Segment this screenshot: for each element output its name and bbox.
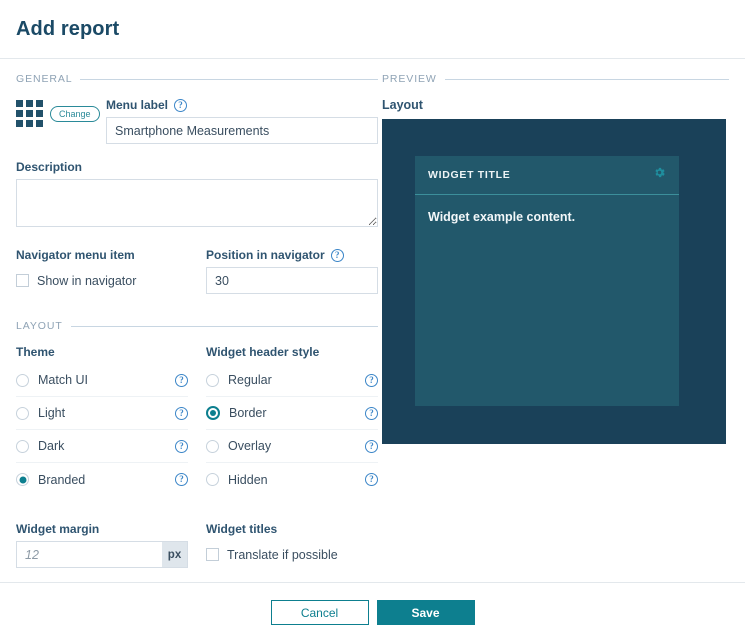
radio-option-regular[interactable]: Regular ? (206, 364, 378, 397)
preview-widget-content: Widget example content. (428, 210, 576, 224)
radio-option-match-ui[interactable]: Match UI ? (16, 364, 188, 397)
help-icon[interactable]: ? (175, 473, 188, 486)
form-column: GENERAL Change Menu label ? Description (0, 59, 378, 568)
help-icon[interactable]: ? (175, 373, 188, 387)
radio-indicator[interactable] (206, 373, 219, 387)
section-label-general: GENERAL (16, 73, 73, 85)
radio-label: Match UI (38, 373, 89, 387)
change-icon-button[interactable]: Change (50, 105, 100, 122)
help-icon[interactable]: ? (365, 473, 378, 486)
translate-if-possible-checkbox[interactable] (206, 548, 219, 561)
radio-label: Border (229, 406, 267, 420)
widget-header-style-radio-list: Regular ? Border ? Overlay ? Hidden ? (206, 364, 378, 496)
radio-indicator-selected[interactable] (16, 473, 29, 486)
position-in-navigator-label: Position in navigator ? (206, 248, 378, 262)
radio-indicator[interactable] (16, 439, 29, 453)
radio-label: Hidden (228, 472, 268, 487)
help-icon[interactable]: ? (175, 406, 188, 420)
section-label-layout: LAYOUT (16, 320, 63, 332)
section-header-layout: LAYOUT (16, 320, 378, 332)
section-rule (70, 325, 378, 327)
radio-label: Light (38, 406, 66, 420)
help-icon[interactable]: ? (175, 439, 188, 453)
help-icon[interactable]: ? (365, 439, 378, 453)
radio-option-hidden[interactable]: Hidden ? (206, 463, 378, 496)
radio-option-branded[interactable]: Branded ? (16, 463, 188, 496)
menu-label-field-group: Menu label ? (106, 98, 378, 144)
show-in-navigator-checkbox[interactable] (16, 274, 29, 287)
position-in-navigator-input[interactable] (206, 267, 378, 294)
position-in-navigator-text: Position in navigator (206, 248, 325, 262)
description-field-group: Description (16, 160, 378, 232)
menu-label-label: Menu label ? (106, 98, 378, 112)
widget-header-style-group: Widget header style Regular ? Border ? O… (206, 345, 378, 496)
preview-column: PREVIEW Layout WIDGET TITLE Widget examp… (378, 59, 745, 568)
preview-widget-card: WIDGET TITLE Widget example content. (415, 156, 679, 406)
radio-indicator[interactable] (206, 439, 219, 453)
navigator-row: Navigator menu item Show in navigator Po… (16, 248, 378, 294)
widget-titles-group: Widget titles Translate if possible (206, 522, 378, 568)
help-icon[interactable]: ? (365, 373, 378, 387)
widget-margin-input-wrap: px (16, 541, 188, 568)
theme-radio-list: Match UI ? Light ? Dark ? Branded ? (16, 364, 188, 496)
preview-widget-title: WIDGET TITLE (428, 169, 511, 181)
radio-option-border[interactable]: Border ? (206, 397, 378, 430)
widget-margin-label: Widget margin (16, 522, 100, 536)
radio-label: Dark (38, 439, 65, 453)
menu-label-text: Menu label (106, 98, 169, 112)
radio-label: Regular (228, 373, 272, 387)
section-label-preview: PREVIEW (382, 73, 437, 85)
widget-margin-row: Widget margin px Widget titles Translate… (16, 522, 378, 568)
menu-label-row: Change Menu label ? (16, 98, 378, 144)
widget-margin-input[interactable] (16, 541, 163, 568)
grid-icon (16, 100, 43, 127)
description-label: Description (16, 160, 83, 174)
show-in-navigator-row[interactable]: Show in navigator (16, 267, 188, 294)
cancel-button[interactable]: Cancel (270, 600, 369, 625)
preview-widget-header: WIDGET TITLE (415, 156, 679, 195)
section-rule (80, 78, 378, 80)
section-header-general: GENERAL (16, 73, 378, 85)
translate-if-possible-row[interactable]: Translate if possible (206, 541, 378, 568)
dialog-footer: Cancel Save (0, 583, 745, 625)
help-icon[interactable]: ? (365, 406, 378, 420)
widget-header-style-label: Widget header style (206, 345, 320, 359)
translate-if-possible-label: Translate if possible (227, 547, 338, 562)
help-icon[interactable]: ? (330, 248, 344, 262)
section-rule (444, 78, 729, 80)
radio-indicator[interactable] (16, 406, 29, 420)
radio-option-light[interactable]: Light ? (16, 397, 188, 430)
radio-option-overlay[interactable]: Overlay ? (206, 430, 378, 463)
preview-layout-label: Layout (382, 98, 423, 112)
layout-radio-row: Theme Match UI ? Light ? Dark ? Branded … (16, 345, 378, 496)
widget-margin-unit: px (162, 541, 188, 568)
theme-group: Theme Match UI ? Light ? Dark ? Branded … (16, 345, 188, 496)
save-button[interactable]: Save (376, 600, 475, 625)
widget-margin-group: Widget margin px (16, 522, 188, 568)
dialog-body: GENERAL Change Menu label ? Description (0, 59, 745, 568)
radio-label: Overlay (228, 439, 272, 453)
help-icon[interactable]: ? (174, 98, 188, 112)
report-icon-chooser: Change (16, 98, 106, 127)
widget-titles-label: Widget titles (206, 522, 278, 536)
description-textarea[interactable] (16, 179, 378, 227)
menu-label-input[interactable] (106, 117, 378, 144)
navigator-menu-item-group: Navigator menu item Show in navigator (16, 248, 188, 294)
radio-label: Branded (38, 472, 86, 487)
position-in-navigator-group: Position in navigator ? (206, 248, 378, 294)
gear-icon[interactable] (653, 166, 666, 184)
radio-indicator[interactable] (16, 373, 29, 387)
radio-option-dark[interactable]: Dark ? (16, 430, 188, 463)
preview-canvas: WIDGET TITLE Widget example content. (382, 119, 726, 444)
show-in-navigator-label: Show in navigator (37, 273, 137, 288)
navigator-menu-item-label: Navigator menu item (16, 248, 135, 262)
page-title: Add report (16, 18, 120, 40)
section-header-preview: PREVIEW (382, 73, 729, 85)
radio-indicator-selected[interactable] (206, 406, 220, 420)
theme-label: Theme (16, 345, 55, 359)
radio-indicator[interactable] (206, 473, 219, 486)
